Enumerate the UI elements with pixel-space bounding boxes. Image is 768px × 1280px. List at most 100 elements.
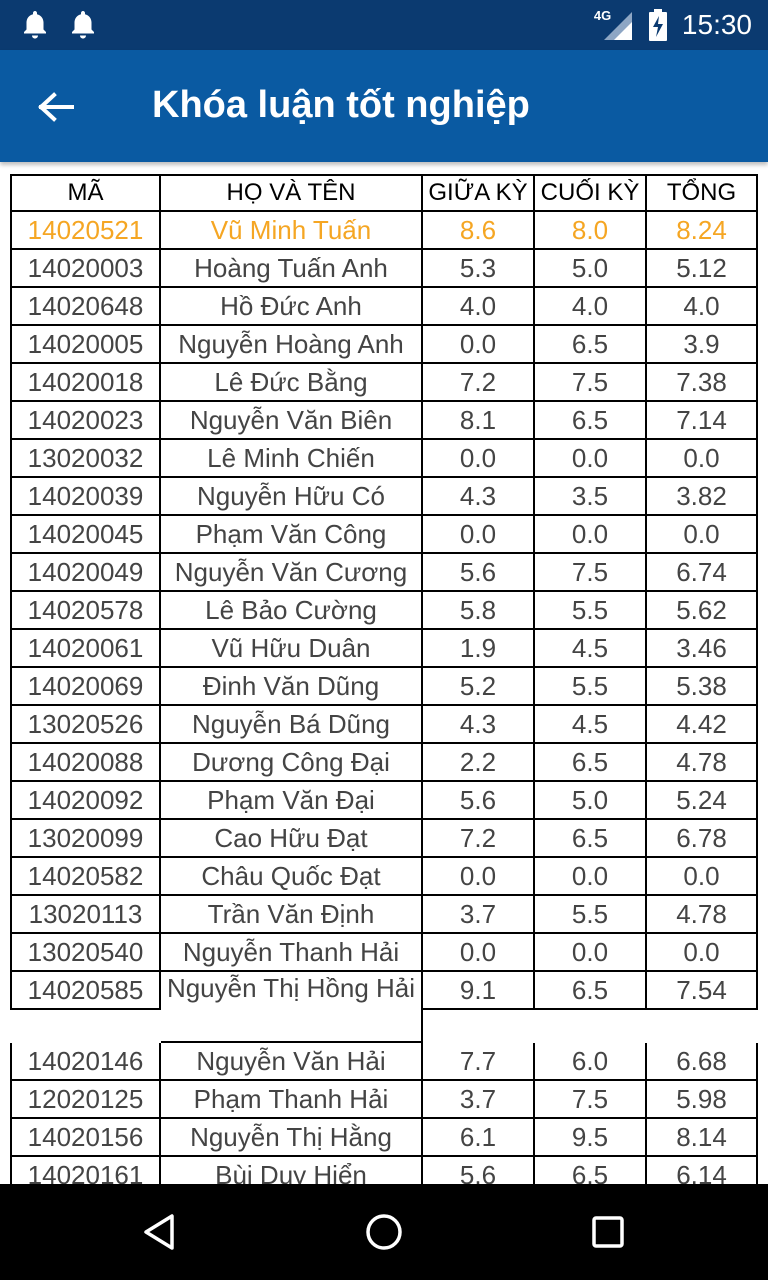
table-row[interactable]: 14020146 Nguyễn Văn Hải 7.7 6.0 6.68 [10, 1043, 758, 1081]
midterm-score-cell: 9.1 [423, 972, 535, 1010]
total-score-cell: 6.68 [647, 1043, 758, 1081]
student-name-cell: Châu Quốc Đạt [161, 858, 423, 896]
student-id-cell: 14020088 [10, 744, 161, 782]
table-row[interactable]: 12020125 Phạm Thanh Hải 3.7 7.5 5.98 [10, 1081, 758, 1119]
final-score-cell: 6.5 [535, 402, 647, 440]
total-score-cell: 7.38 [647, 364, 758, 402]
student-name-cell: Trần Văn Định [161, 896, 423, 934]
total-score-cell: 0.0 [647, 858, 758, 896]
midterm-score-cell: 5.2 [423, 668, 535, 706]
table-row[interactable]: 14020003 Hoàng Tuấn Anh 5.3 5.0 5.12 [10, 250, 758, 288]
status-bar: 4G 15:30 [0, 0, 768, 50]
total-score-cell: 5.12 [647, 250, 758, 288]
back-button[interactable] [30, 81, 82, 133]
battery-charging-icon [648, 8, 668, 42]
student-name-cell: Nguyễn Thanh Hải [161, 934, 423, 972]
midterm-score-cell: 5.3 [423, 250, 535, 288]
total-score-cell: 6.74 [647, 554, 758, 592]
final-score-cell: 4.0 [535, 288, 647, 326]
student-name-cell: Hồ Đức Anh [161, 288, 423, 326]
navigation-bar [0, 1184, 768, 1280]
student-id-cell: 14020061 [10, 630, 161, 668]
midterm-score-cell: 5.6 [423, 1157, 535, 1184]
table-row[interactable]: 14020005 Nguyễn Hoàng Anh 0.0 6.5 3.9 [10, 326, 758, 364]
table-row[interactable]: 14020039 Nguyễn Hữu Có 4.3 3.5 3.82 [10, 478, 758, 516]
notification-bell-icon [68, 9, 98, 41]
student-id-cell: 14020156 [10, 1119, 161, 1157]
final-score-cell: 4.5 [535, 706, 647, 744]
student-name-cell: Phạm Thanh Hải [161, 1081, 423, 1119]
final-score-cell: 6.5 [535, 1157, 647, 1184]
student-name-cell: Nguyễn Văn Biên [161, 402, 423, 440]
student-name-cell: Nguyễn Hữu Có [161, 478, 423, 516]
table-row[interactable]: 14020023 Nguyễn Văn Biên 8.1 6.5 7.14 [10, 402, 758, 440]
table-row[interactable]: 13020540 Nguyễn Thanh Hải 0.0 0.0 0.0 [10, 934, 758, 972]
table-row[interactable]: 13020099 Cao Hữu Đạt 7.2 6.5 6.78 [10, 820, 758, 858]
nav-recents-button[interactable] [584, 1208, 632, 1256]
final-score-cell: 6.5 [535, 972, 647, 1010]
total-score-cell: 0.0 [647, 440, 758, 478]
student-name-cell: Phạm Văn Đại [161, 782, 423, 820]
grades-table-container[interactable]: MÃ HỌ VÀ TÊN GIỮA KỲ CUỐI KỲ TỔNG 140205… [0, 162, 768, 1184]
student-name-cell: Hoàng Tuấn Anh [161, 250, 423, 288]
table-row[interactable]: 14020648 Hồ Đức Anh 4.0 4.0 4.0 [10, 288, 758, 326]
midterm-score-cell: 3.7 [423, 1081, 535, 1119]
clock-time: 15:30 [681, 9, 752, 40]
midterm-score-cell: 3.7 [423, 896, 535, 934]
table-row[interactable]: 13020526 Nguyễn Bá Dũng 4.3 4.5 4.42 [10, 706, 758, 744]
student-id-cell: 13020526 [10, 706, 161, 744]
table-row[interactable]: 14020156 Nguyễn Thị Hằng 6.1 9.5 8.14 [10, 1119, 758, 1157]
student-id-cell: 13020113 [10, 896, 161, 934]
student-name-cell: Nguyễn Bá Dũng [161, 706, 423, 744]
midterm-score-cell: 8.6 [423, 212, 535, 250]
table-row[interactable]: 14020582 Châu Quốc Đạt 0.0 0.0 0.0 [10, 858, 758, 896]
midterm-score-cell: 7.2 [423, 820, 535, 858]
final-score-cell: 5.0 [535, 250, 647, 288]
table-row[interactable]: 13020113 Trần Văn Định 3.7 5.5 4.78 [10, 896, 758, 934]
table-row[interactable]: 14020088 Dương Công Đại 2.2 6.5 4.78 [10, 744, 758, 782]
final-score-cell: 3.5 [535, 478, 647, 516]
total-score-cell: 3.82 [647, 478, 758, 516]
midterm-score-cell: 7.7 [423, 1043, 535, 1081]
total-score-cell: 6.14 [647, 1157, 758, 1184]
student-id-cell: 14020161 [10, 1157, 161, 1184]
final-score-cell: 6.5 [535, 744, 647, 782]
table-row[interactable]: 14020049 Nguyễn Văn Cương 5.6 7.5 6.74 [10, 554, 758, 592]
total-score-cell: 4.78 [647, 896, 758, 934]
column-header-total: TỔNG [647, 174, 758, 212]
nav-home-button[interactable] [360, 1208, 408, 1256]
total-score-cell: 0.0 [647, 516, 758, 554]
table-row[interactable]: 14020578 Lê Bảo Cường 5.8 5.5 5.62 [10, 592, 758, 630]
student-name-cell: Cao Hữu Đạt [161, 820, 423, 858]
final-score-cell: 0.0 [535, 440, 647, 478]
table-row[interactable]: 14020061 Vũ Hữu Duân 1.9 4.5 3.46 [10, 630, 758, 668]
midterm-score-cell: 2.2 [423, 744, 535, 782]
table-row[interactable]: 13020032 Lê Minh Chiến 0.0 0.0 0.0 [10, 440, 758, 478]
nav-back-button[interactable] [136, 1208, 184, 1256]
midterm-score-cell: 0.0 [423, 440, 535, 478]
midterm-score-cell: 4.3 [423, 478, 535, 516]
table-row[interactable]: 14020018 Lê Đức Bằng 7.2 7.5 7.38 [10, 364, 758, 402]
student-name-cell: Nguyễn Thị Hằng [161, 1119, 423, 1157]
table-row[interactable]: 14020069 Đinh Văn Dũng 5.2 5.5 5.38 [10, 668, 758, 706]
student-id-cell: 14020005 [10, 326, 161, 364]
student-id-cell: 14020069 [10, 668, 161, 706]
student-id-cell: 13020032 [10, 440, 161, 478]
final-score-cell: 0.0 [535, 934, 647, 972]
midterm-score-cell: 4.3 [423, 706, 535, 744]
table-row[interactable]: 14020045 Phạm Văn Công 0.0 0.0 0.0 [10, 516, 758, 554]
student-name-cell: Nguyễn Văn Hải [161, 1043, 423, 1081]
table-row[interactable]: 14020092 Phạm Văn Đại 5.6 5.0 5.24 [10, 782, 758, 820]
student-name-cell: Phạm Văn Công [161, 516, 423, 554]
table-row[interactable]: 14020585 Nguyễn Thị Hồng Hải 9.1 6.5 7.54 [10, 972, 758, 1043]
total-score-cell: 3.46 [647, 630, 758, 668]
table-row[interactable]: 14020161 Bùi Duy Hiển 5.6 6.5 6.14 [10, 1157, 758, 1184]
midterm-score-cell: 5.8 [423, 592, 535, 630]
total-score-cell: 5.62 [647, 592, 758, 630]
midterm-score-cell: 5.6 [423, 782, 535, 820]
column-header-ma: MÃ [10, 174, 161, 212]
student-id-cell: 14020049 [10, 554, 161, 592]
table-row[interactable]: 14020521 Vũ Minh Tuấn 8.6 8.0 8.24 [10, 212, 758, 250]
column-header-final: CUỐI KỲ [535, 174, 647, 212]
final-score-cell: 5.0 [535, 782, 647, 820]
